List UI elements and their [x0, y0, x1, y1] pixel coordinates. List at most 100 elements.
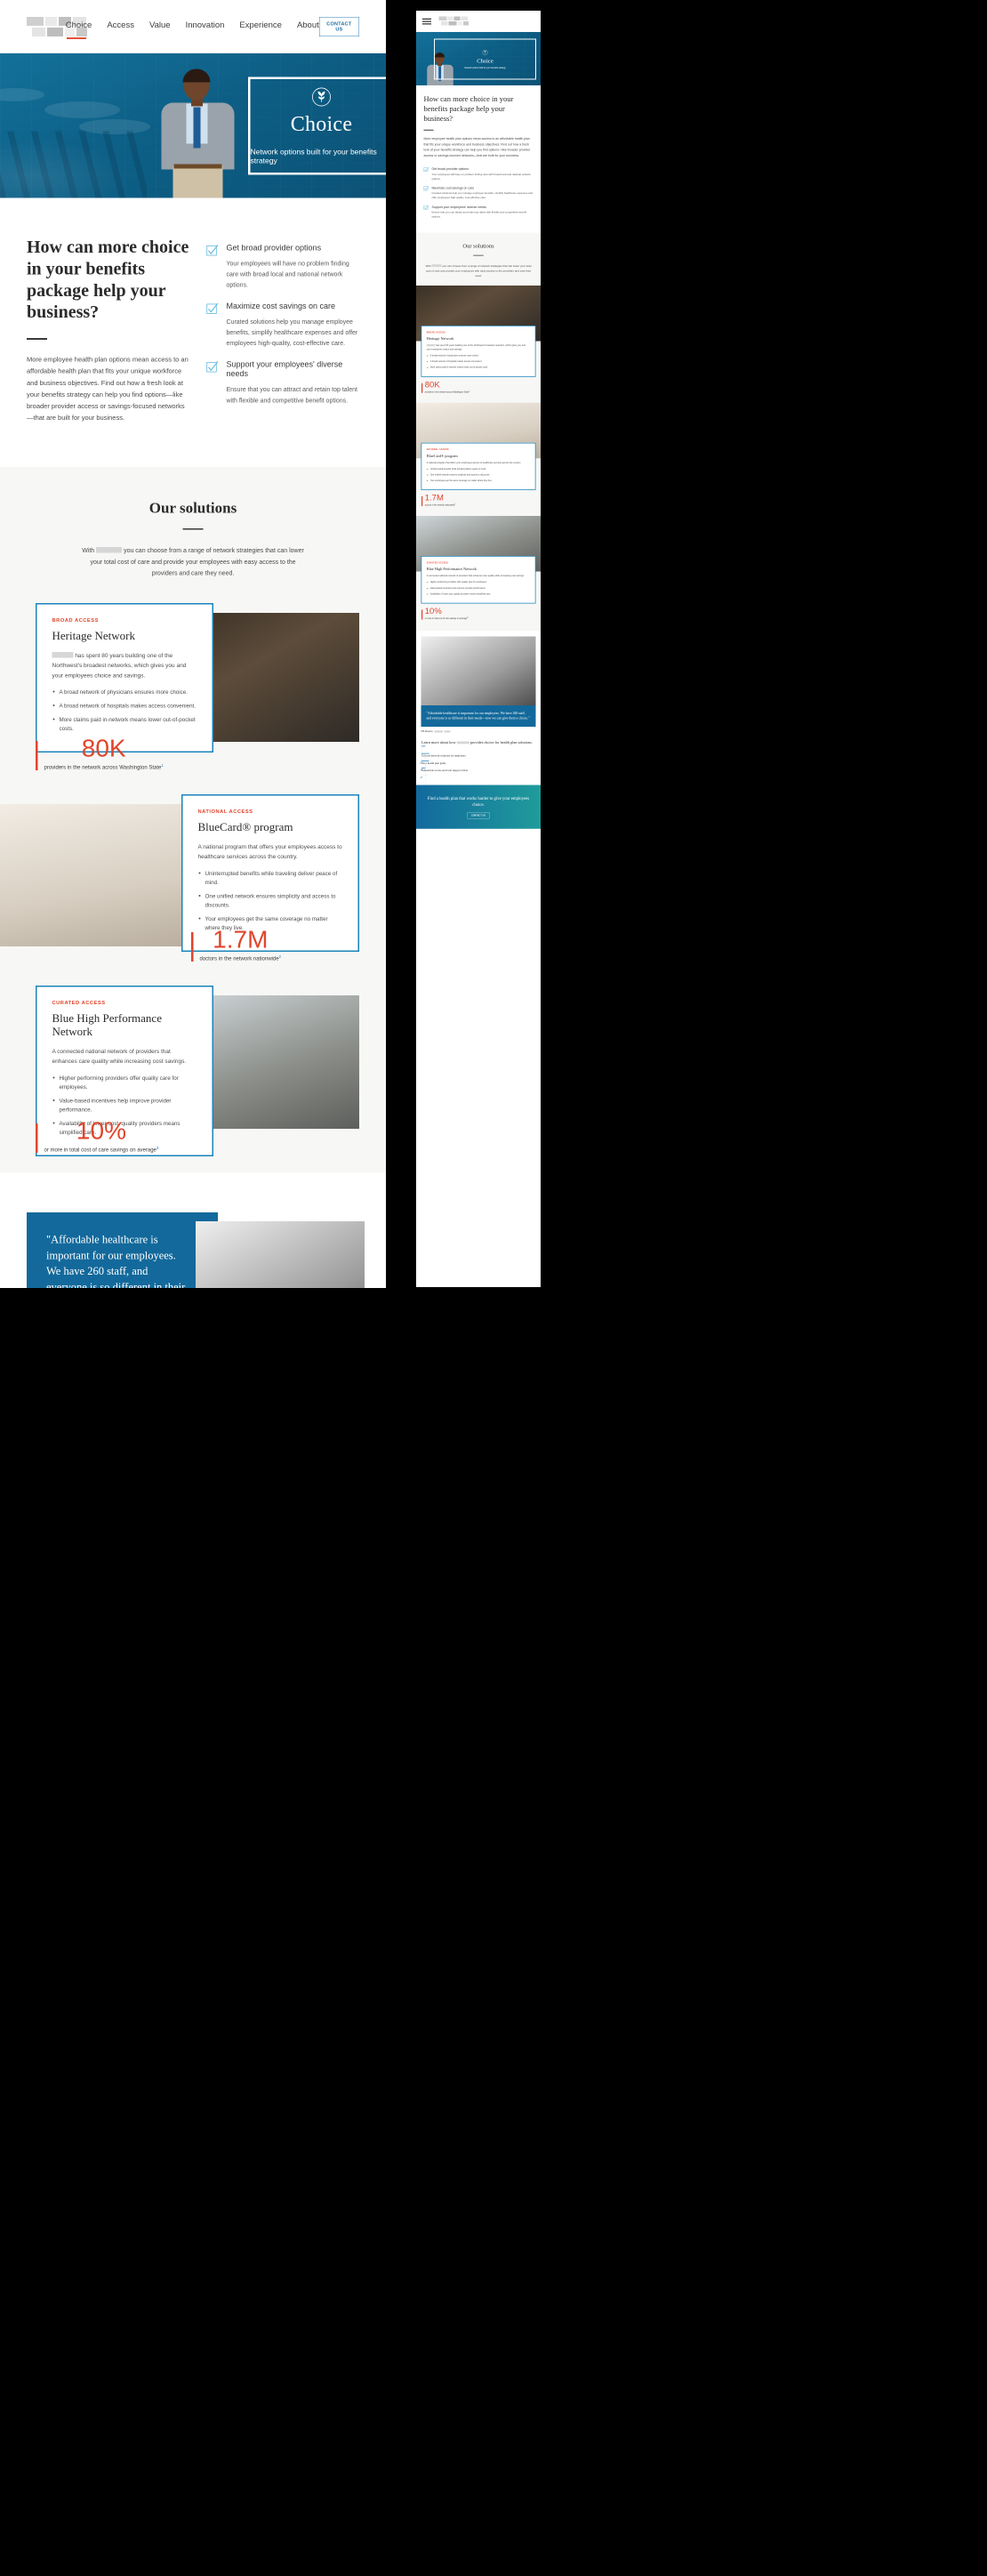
solutions-heading: Our solutions: [148, 499, 237, 517]
site-logo[interactable]: [438, 16, 473, 27]
stat-footnote-marker: 3: [467, 616, 469, 619]
checklist-item-text: Curated solutions help you manage employ…: [226, 318, 358, 347]
contact-us-button[interactable]: CONTACT US: [318, 17, 359, 36]
testimonial-quote-box: "Affordable healthcare is important for …: [421, 705, 536, 727]
leaf-emblem-icon: [482, 49, 488, 57]
brand-name-redacted: [456, 741, 469, 745]
network-bullet: Uninterrupted benefits while traveling d…: [198, 869, 343, 887]
company-name-redacted: [444, 730, 451, 733]
stat-number: 1.7M: [424, 493, 444, 503]
network-eyebrow: NATIONAL ACCESS: [426, 447, 449, 451]
hero-subtitle: Network options built for your benefits …: [250, 147, 377, 165]
testimonial-quote-box: "Affordable healthcare is important for …: [27, 1212, 218, 1288]
solutions-intro-post: you can choose from a range of network s…: [90, 546, 304, 577]
stat-caption: providers in the network across Washingt…: [44, 762, 164, 770]
heading-rule: [27, 338, 47, 341]
hero-title: Choice: [290, 111, 353, 136]
stat-footnote-marker: 3: [156, 1145, 159, 1150]
stat-number: 1.7M: [213, 925, 269, 954]
solutions-intro: With you can choose from a range of netw…: [77, 544, 309, 579]
solutions-rule: [182, 527, 204, 530]
mobile-value-prop-section: How can more choice in your benefits pac…: [416, 85, 541, 167]
learn-more-card-title: Nationwide access and local support arti…: [421, 769, 469, 772]
network-stat: 10% or more in total cost of care saving…: [416, 604, 541, 627]
network-stat: 80K providers in the network across Wash…: [36, 734, 164, 770]
network-bullet: Value-based incentives help improve prov…: [52, 1096, 197, 1114]
nav-item-access[interactable]: Access: [107, 20, 134, 33]
brand-name-redacted: [431, 264, 442, 267]
testimonial-text: "Affordable healthcare is important for …: [426, 712, 530, 720]
network-title: Heritage Network: [52, 629, 135, 643]
network-title: BlueCard® program: [197, 820, 293, 834]
testimonial-text: "Affordable healthcare is important for …: [46, 1234, 186, 1288]
network-bullet: More claims paid in-network means lower …: [52, 715, 197, 733]
primary-nav: Choice Access Value Innovation Experienc…: [66, 20, 319, 39]
testimonial-photo: [196, 1221, 365, 1288]
network-bullet: A broad network of physicians ensures mo…: [427, 354, 531, 358]
brand-name-redacted: [426, 344, 436, 347]
section-heading: How can more choice in your benefits pac…: [27, 237, 189, 322]
network-card: BROAD ACCESS Heritage Network has spent …: [36, 603, 213, 753]
network-paragraph: has spent 80 years building one of the N…: [52, 651, 197, 680]
stat-number: 80K: [424, 379, 440, 390]
hamburger-menu-icon[interactable]: [422, 18, 431, 25]
nav-item-about[interactable]: About: [297, 20, 319, 33]
checklist-item: Support your employees' diverse needs En…: [423, 205, 534, 219]
network-title: Blue High Performance Network: [52, 1011, 162, 1039]
network-card: CURATED ACCESS Blue High Performance Net…: [421, 556, 536, 604]
network-stat: 80K providers in the network across Wash…: [416, 377, 541, 400]
hero-banner: Choice Network options built for your be…: [0, 53, 386, 198]
checklist-item-text: Your employees will have no problem find…: [431, 173, 531, 181]
stat-number: 80K: [81, 734, 126, 762]
checklist-item: Get broad provider options Your employee…: [423, 167, 534, 181]
network-bullet: Value-based incentives help improve prov…: [427, 586, 531, 590]
network-bullet: A broad network of physicians ensures mo…: [52, 688, 197, 696]
solutions-section: Our solutions With you can choose from a…: [0, 466, 386, 1173]
mobile-solutions-section: Our solutions With you can choose from a…: [416, 232, 541, 286]
network-bullet: More claims paid in-network means lower …: [427, 366, 531, 369]
nav-item-innovation[interactable]: Innovation: [186, 20, 225, 33]
mobile-learn-more-section: Learn more about how provides choice for…: [416, 735, 541, 785]
network-block-heritage: BROAD ACCESS Heritage Network has spent …: [0, 603, 386, 794]
checklist-item-text: Curated solutions help you manage employ…: [431, 191, 533, 199]
network-eyebrow: NATIONAL ACCESS: [197, 809, 253, 815]
mobile-header: [416, 11, 541, 32]
stat-number: 10%: [424, 606, 442, 616]
network-title: Heritage Network: [426, 336, 454, 342]
hero-subtitle: Network options built for your benefits …: [464, 66, 506, 69]
site-logo[interactable]: [27, 15, 87, 38]
checklist-item: Support your employees' diverse needs En…: [206, 360, 359, 406]
brand-name-redacted: [96, 546, 123, 553]
cta-contact-us-button[interactable]: CONTACT US: [467, 812, 490, 819]
hero-person-photo: [154, 65, 243, 198]
checkbox-check-icon: [423, 167, 429, 173]
network-card: NATIONAL ACCESS BlueCard® program A nati…: [421, 442, 536, 491]
network-card: BROAD ACCESS Heritage Network has spent …: [421, 326, 536, 377]
network-paragraph: A national program that offers your empl…: [197, 843, 342, 860]
stat-caption: or more in total cost of care savings on…: [44, 1145, 159, 1153]
network-bullet: Availability of lower-cost, quality prov…: [427, 592, 531, 596]
testimonial-photo: [421, 636, 536, 706]
network-stat: 1.7M doctors in the network nationwide2: [191, 925, 282, 962]
checklist-item: Maximize cost savings on care Curated so…: [423, 186, 534, 200]
nav-item-experience[interactable]: Experience: [239, 20, 282, 33]
network-paragraph: A connected national network of provider…: [426, 575, 525, 577]
solutions-intro: With you can choose from a range of netw…: [425, 263, 532, 278]
nav-item-value[interactable]: Value: [149, 20, 171, 33]
checklist-item-title: Maximize cost savings on care: [226, 302, 336, 311]
value-prop-section: How can more choice in your benefits pac…: [0, 198, 386, 467]
network-bullet: Higher performing providers offer qualit…: [427, 581, 531, 584]
checklist-item-text: Ensure that you can attract and retain t…: [431, 211, 527, 219]
stat-caption: doctors in the network nationwide2: [199, 954, 282, 962]
network-eyebrow: BROAD ACCESS: [426, 331, 445, 334]
site-header: Choice Access Value Innovation Experienc…: [0, 0, 386, 53]
mobile-network-block-bluecard: NATIONAL ACCESS BlueCard® program A nati…: [416, 402, 541, 517]
learn-more-card-title: Tailored network solutions for employers: [421, 753, 466, 758]
stat-number: 10%: [76, 1116, 126, 1145]
checkbox-check-icon: [206, 302, 219, 315]
desktop-viewport: Choice Access Value Innovation Experienc…: [0, 0, 386, 1288]
network-bullet: One unified network ensures simplicity a…: [198, 891, 343, 909]
hero-text-frame: Choice Network options built for your be…: [248, 76, 386, 175]
nav-item-choice[interactable]: Choice: [66, 20, 92, 39]
checklist-item: Maximize cost savings on care Curated so…: [206, 302, 359, 349]
